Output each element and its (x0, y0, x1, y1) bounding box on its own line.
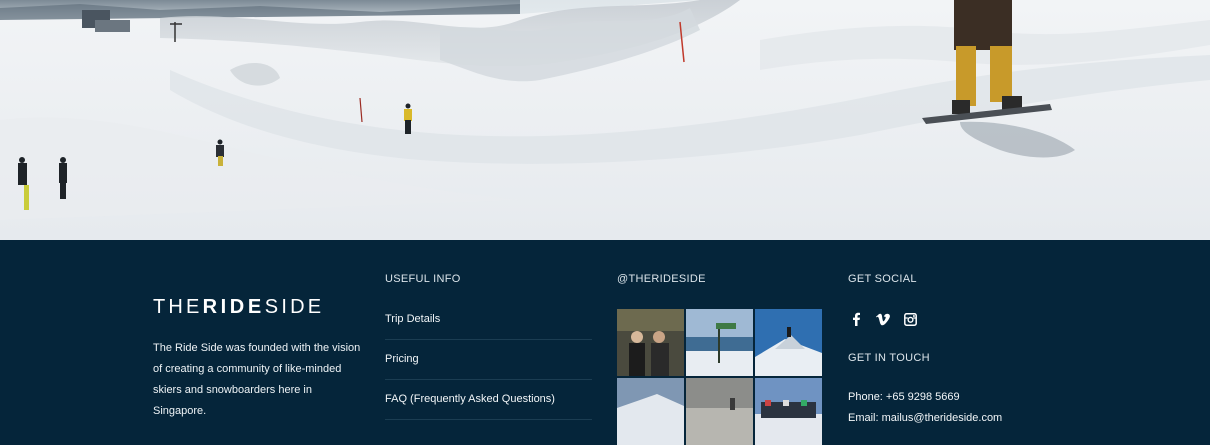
link-trip-details[interactable]: Trip Details (385, 300, 592, 340)
instagram-photo-lake-signpost[interactable] (686, 309, 753, 376)
hero-ski-slope-image (0, 0, 1210, 240)
contact-email[interactable]: Email: mailus@therideside.com (848, 412, 1002, 424)
instagram-heading: @THERIDESIDE (617, 273, 706, 285)
get-social-heading: GET SOCIAL (848, 273, 917, 285)
instagram-icon[interactable] (902, 311, 918, 327)
contact-phone[interactable]: Phone: +65 9298 5669 (848, 391, 960, 403)
site-footer: THERIDESIDE The Ride Side was founded wi… (0, 240, 1210, 445)
link-faq[interactable]: FAQ (Frequently Asked Questions) (385, 380, 592, 420)
instagram-photo-snowy-slope[interactable] (617, 378, 684, 445)
brand-logo[interactable]: THERIDESIDE (153, 296, 324, 319)
useful-info-list: Trip Details Pricing FAQ (Frequently Ask… (385, 300, 592, 420)
get-in-touch-heading: GET IN TOUCH (848, 352, 930, 364)
about-text: The Ride Side was founded with the visio… (153, 342, 361, 417)
link-pricing[interactable]: Pricing (385, 340, 592, 380)
facebook-icon[interactable] (848, 311, 864, 327)
instagram-photo-people-shop[interactable] (617, 309, 684, 376)
social-links (848, 311, 918, 327)
instagram-grid (617, 309, 825, 445)
vimeo-icon[interactable] (875, 311, 891, 327)
instagram-photo-group-snow[interactable] (755, 378, 822, 445)
useful-info-heading: USEFUL INFO (385, 273, 461, 285)
instagram-photo-foggy-rider[interactable] (686, 378, 753, 445)
instagram-photo-mountain-summit[interactable] (755, 309, 822, 376)
